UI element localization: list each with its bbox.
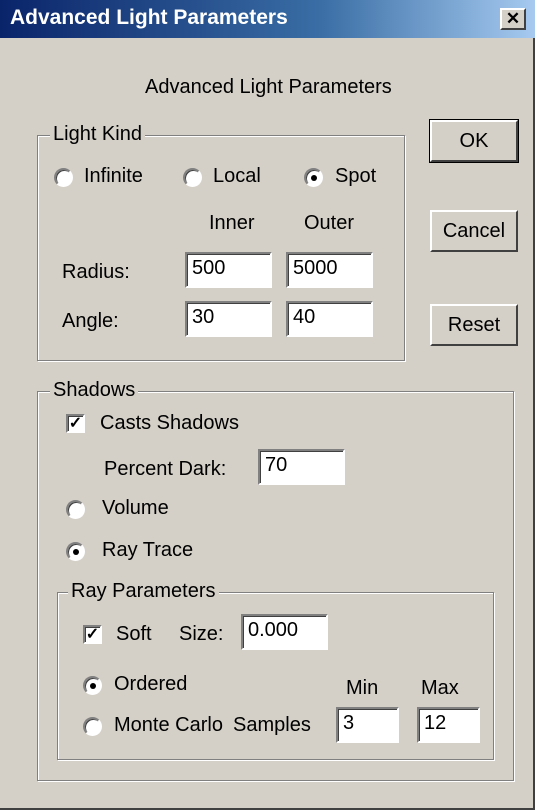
samples-min-field[interactable]: 3 <box>336 707 399 743</box>
cancel-button[interactable]: Cancel <box>430 210 518 252</box>
angle-inner-field[interactable]: 30 <box>185 301 272 337</box>
radio-infinite[interactable] <box>54 168 73 187</box>
close-icon: ✕ <box>505 9 521 28</box>
close-button[interactable]: ✕ <box>500 8 526 30</box>
ray-parameters-legend: Ray Parameters <box>68 580 219 603</box>
radio-ordered[interactable] <box>83 676 102 695</box>
radius-label: Radius: <box>62 261 130 283</box>
radio-local-label: Local <box>213 165 261 187</box>
casts-shadows-label: Casts Shadows <box>100 412 239 434</box>
angle-label: Angle: <box>62 310 119 332</box>
radio-local[interactable] <box>183 168 202 187</box>
radio-volume-label: Volume <box>102 497 169 519</box>
radio-volume[interactable] <box>66 500 85 519</box>
outer-column-header: Outer <box>304 212 355 234</box>
size-field[interactable]: 0.000 <box>241 614 328 650</box>
inner-column-header: Inner <box>209 212 255 234</box>
min-column-header: Min <box>346 677 379 699</box>
advanced-light-dialog: Advanced Light Parameters ✕ Advanced Lig… <box>0 0 535 810</box>
radio-spot[interactable] <box>304 168 323 187</box>
shadows-legend: Shadows <box>50 379 139 402</box>
radio-ordered-label: Ordered <box>114 673 188 695</box>
radius-inner-field[interactable]: 500 <box>185 252 272 288</box>
radio-ray-trace[interactable] <box>66 542 85 561</box>
soft-checkbox[interactable]: ✓ <box>83 625 102 644</box>
checkmark-icon: ✓ <box>68 415 83 432</box>
soft-label: Soft <box>116 623 152 645</box>
ok-button[interactable]: OK <box>429 119 519 163</box>
percent-dark-field[interactable]: 70 <box>258 449 345 485</box>
radio-ray-trace-label: Ray Trace <box>102 539 194 561</box>
percent-dark-label: Percent Dark: <box>104 458 227 480</box>
samples-label: Samples <box>233 714 311 736</box>
dialog-header: Advanced Light Parameters <box>145 76 392 98</box>
window-title: Advanced Light Parameters <box>10 6 288 29</box>
radio-infinite-label: Infinite <box>84 165 143 187</box>
radio-spot-label: Spot <box>335 165 377 187</box>
title-bar: Advanced Light Parameters ✕ <box>0 0 535 38</box>
samples-max-field[interactable]: 12 <box>417 707 480 743</box>
light-kind-legend: Light Kind <box>50 123 145 146</box>
max-column-header: Max <box>421 677 459 699</box>
radio-monte-carlo-label: Monte Carlo <box>114 714 223 736</box>
checkmark-icon: ✓ <box>85 626 100 643</box>
casts-shadows-checkbox[interactable]: ✓ <box>66 414 85 433</box>
reset-button[interactable]: Reset <box>430 304 518 346</box>
size-label: Size: <box>179 623 224 645</box>
radius-outer-field[interactable]: 5000 <box>286 252 373 288</box>
angle-outer-field[interactable]: 40 <box>286 301 373 337</box>
radio-monte-carlo[interactable] <box>83 717 102 736</box>
